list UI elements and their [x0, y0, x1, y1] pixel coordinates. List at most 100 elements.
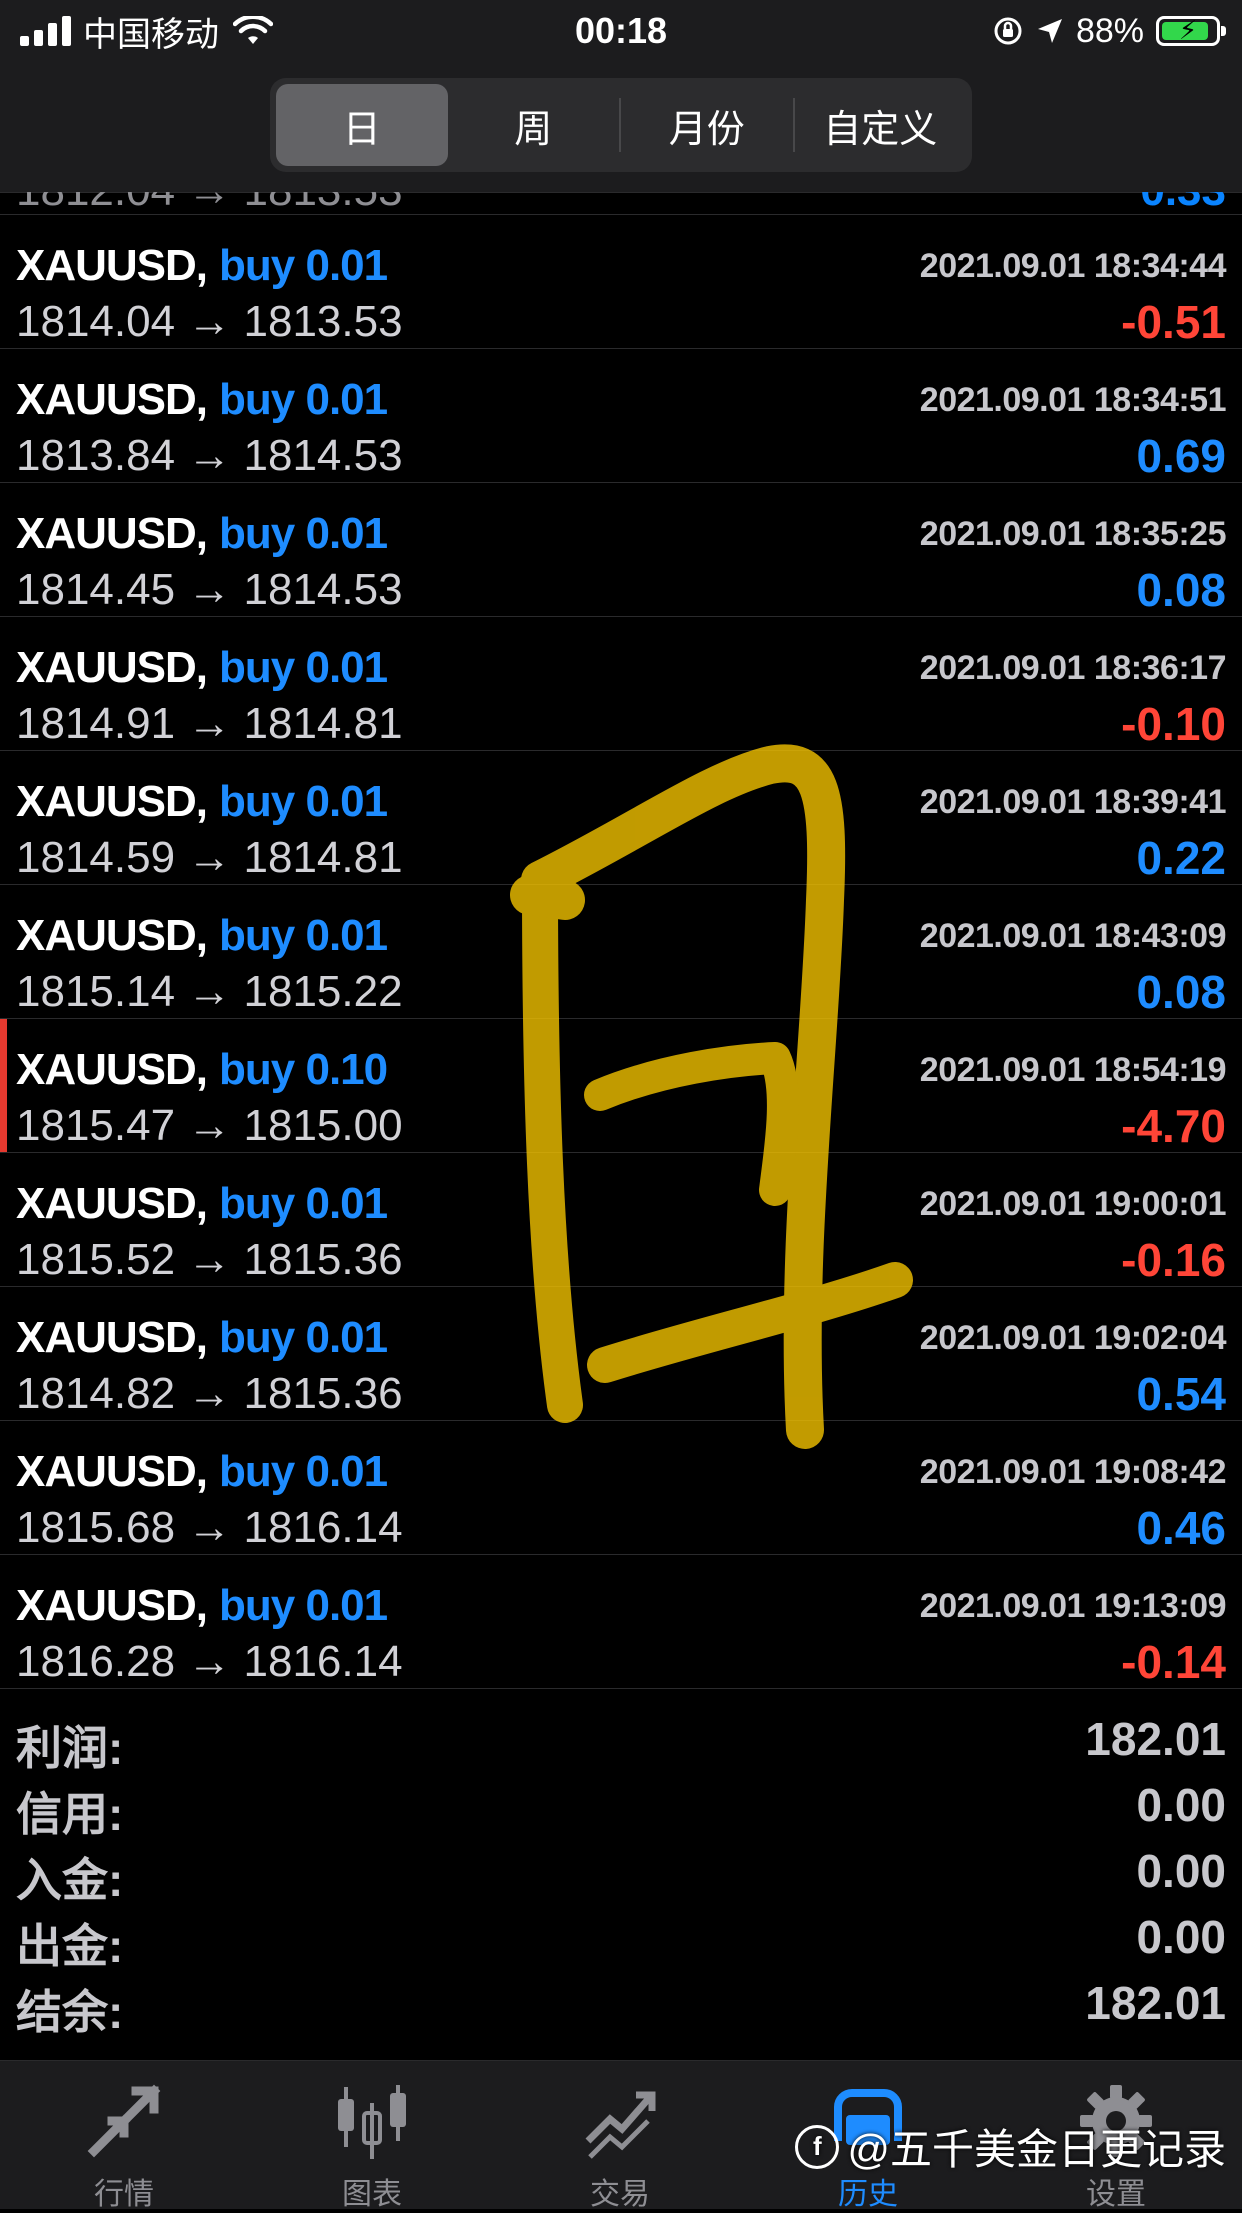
table-row[interactable]: XAUUSD, buy 0.01 2021.09.01 18:36:17 1814.9… — [0, 617, 1242, 751]
tab-day[interactable]: 日 — [276, 84, 448, 166]
deal-profit: -0.16 — [1121, 1234, 1226, 1286]
summary-value: 0.00 — [1136, 1779, 1226, 1831]
deal-side-volume: buy 0.01 — [219, 777, 388, 826]
deal-profit: 0.22 — [1136, 832, 1226, 884]
summary-value: 182.01 — [1085, 1713, 1226, 1765]
battery-charging-icon: ⚡ — [1156, 15, 1226, 46]
deal-title: XAUUSD, buy 0.10 — [16, 1045, 388, 1095]
summary-credit: 信用: 0.00 — [0, 1766, 1242, 1840]
deal-side-volume: buy 0.01 — [219, 1447, 388, 1496]
table-row[interactable]: XAUUSD, buy 0.01 2021.09.01 19:13:09 1816.2… — [0, 1555, 1242, 1689]
deal-side-volume: buy 0.01 — [219, 1581, 388, 1630]
deal-profit: 0.69 — [1136, 430, 1226, 482]
table-row[interactable]: XAUUSD, buy 0.01 2021.09.01 18:35:25 1814.4… — [0, 483, 1242, 617]
deal-list[interactable]: 1812.04 → 1813.53 0.33 XAUUSD,buy 0.0120… — [0, 192, 1242, 1700]
deal-title: XAUUSD, buy 0.01 — [16, 509, 388, 559]
tabbar-label: 交易 — [590, 2178, 650, 2211]
tab-month[interactable]: 月份 — [621, 84, 793, 166]
tabbar-label: 图表 — [342, 2178, 402, 2211]
deal-time: 2021.09.01 19:08:42 — [919, 1453, 1227, 1491]
deal-prices: 1813.84 → 1814.53 — [16, 431, 403, 480]
battery-percent: 88% — [1075, 11, 1144, 50]
deal-profit: 0.46 — [1136, 1502, 1226, 1554]
deal-time: 2021.09.01 18:34:44 — [919, 247, 1227, 285]
deal-profit: 0.54 — [1136, 1368, 1226, 1420]
deal-side-volume: buy 0.01 — [219, 1313, 388, 1362]
orientation-lock-icon — [994, 17, 1022, 45]
deal-time: 2021.09.01 18:35:25 — [919, 515, 1227, 553]
deal-side-volume: buy 0.01 — [219, 1179, 388, 1228]
deal-time: 2021.09.01 19:02:04 — [919, 1319, 1227, 1357]
deal-prices: 1814.45 → 1814.53 — [16, 565, 403, 614]
period-segmented-control: 日 周 月份 自定义 — [270, 78, 972, 172]
table-row[interactable]: XAUUSD, buy 0.01 2021.09.01 19:02:04 1814.8… — [0, 1287, 1242, 1421]
table-row[interactable]: XAUUSD, buy 0.01 2021.09.01 18:39:41 1814.5… — [0, 751, 1242, 885]
deal-symbol: XAUUSD, — [16, 1581, 208, 1630]
deal-prices: 1815.68 → 1816.14 — [16, 1503, 403, 1552]
table-row[interactable]: XAUUSD, buy 0.10 2021.09.01 18:54:19 1815.4… — [0, 1019, 1242, 1153]
tabbar-quotes[interactable]: 行情 — [0, 2061, 248, 2211]
deal-title: XAUUSD, buy 0.01 — [16, 1581, 388, 1631]
location-icon — [1037, 19, 1062, 43]
deal-symbol: XAUUSD, — [16, 777, 208, 826]
deal-profit: -0.51 — [1121, 296, 1226, 348]
deal-side-volume: buy 0.01 — [219, 375, 388, 424]
deal-time: 2021.09.01 19:13:09 — [919, 1587, 1227, 1625]
deal-prices: 1815.14 → 1815.22 — [16, 967, 403, 1016]
deal-side-volume: buy 0.01 — [219, 241, 388, 290]
deal-title: XAUUSD, buy 0.01 — [16, 911, 388, 961]
account-summary: 利润: 182.01 信用: 0.00 入金: 0.00 出金: 0.00 结余… — [0, 1700, 1242, 2058]
deal-symbol: XAUUSD, — [16, 1179, 208, 1228]
tab-custom[interactable]: 自定义 — [795, 84, 967, 166]
deal-title: XAUUSD, buy 0.01 — [16, 1447, 388, 1497]
partial-row: 1812.04 → 1813.53 0.33 — [0, 192, 1242, 215]
deal-title: XAUUSD, buy 0.01 — [16, 777, 388, 827]
summary-withdrawal: 出金: 0.00 — [0, 1898, 1242, 1972]
partial-profit: 0.33 — [1140, 192, 1226, 214]
deal-symbol: XAUUSD, — [16, 1447, 208, 1496]
deal-time: 2021.09.01 18:36:17 — [919, 649, 1227, 687]
deal-title: XAUUSD, buy 0.01 — [16, 643, 388, 693]
deal-side-volume: buy 0.01 — [219, 643, 388, 692]
deal-symbol: XAUUSD, — [16, 241, 208, 290]
deal-side-volume: buy 0.01 — [219, 911, 388, 960]
deal-symbol: XAUUSD, — [16, 643, 208, 692]
deal-title: XAUUSD, buy 0.01 — [16, 1313, 388, 1363]
status-bar: 中国移动 00:18 88% ⚡ — [0, 0, 1242, 62]
deal-side-volume: buy 0.10 — [219, 1045, 388, 1094]
deal-prices: 1814.59 → 1814.81 — [16, 833, 403, 882]
table-row[interactable]: XAUUSD, buy 0.01 2021.09.01 19:00:01 1815.5… — [0, 1153, 1242, 1287]
deal-prices: 1816.28 → 1816.14 — [16, 1637, 403, 1686]
deal-prices: 1815.47 → 1815.00 — [16, 1101, 403, 1150]
deal-symbol: XAUUSD, — [16, 1313, 208, 1362]
deal-time: 2021.09.01 18:43:09 — [919, 917, 1227, 955]
table-row[interactable]: XAUUSD, buy 0.01 2021.09.01 18:43:09 1815.1… — [0, 885, 1242, 1019]
deal-title: XAUUSD, buy 0.01 — [16, 375, 388, 425]
deal-side-volume: buy 0.01 — [219, 509, 388, 558]
deal-symbol: XAUUSD, — [16, 509, 208, 558]
deal-time: 2021.09.01 18:54:19 — [919, 1051, 1227, 1089]
partial-prices: 1812.04 → 1813.53 — [16, 192, 403, 214]
deal-symbol: XAUUSD, — [16, 375, 208, 424]
quotes-arrows-icon — [87, 2084, 161, 2158]
table-row[interactable]: XAUUSD, buy 0.01 2021.09.01 18:34:44 1814.0… — [0, 215, 1242, 349]
tabbar-trade[interactable]: 交易 — [496, 2061, 744, 2211]
tabbar-charts[interactable]: 图表 — [248, 2061, 496, 2211]
watermark-text: @五千美金日更记录 — [847, 2126, 1226, 2173]
summary-value: 0.00 — [1136, 1911, 1226, 1963]
table-row[interactable]: XAUUSD, buy 0.01 2021.09.01 19:08:42 1815.6… — [0, 1421, 1242, 1555]
summary-value: 182.01 — [1085, 1977, 1226, 2029]
summary-profit: 利润: 182.01 — [0, 1700, 1242, 1774]
candlestick-chart-icon — [338, 2085, 406, 2159]
period-header: 日 周 月份 自定义 — [0, 62, 1242, 193]
deal-time: 2021.09.01 18:39:41 — [919, 783, 1227, 821]
deal-time: 2021.09.01 19:00:01 — [919, 1185, 1227, 1223]
deal-prices: 1814.82 → 1815.36 — [16, 1369, 403, 1418]
tabbar-label: 行情 — [94, 2178, 154, 2211]
table-row[interactable]: XAUUSD, buy 0.01 2021.09.01 18:34:51 1813.8… — [0, 349, 1242, 483]
summary-label: 结余: — [16, 1986, 124, 2038]
deal-profit: -0.10 — [1121, 698, 1226, 750]
deal-title: XAUUSD, buy 0.01 — [16, 1179, 388, 1229]
tab-week[interactable]: 周 — [448, 84, 620, 166]
summary-deposit: 入金: 0.00 — [0, 1832, 1242, 1906]
